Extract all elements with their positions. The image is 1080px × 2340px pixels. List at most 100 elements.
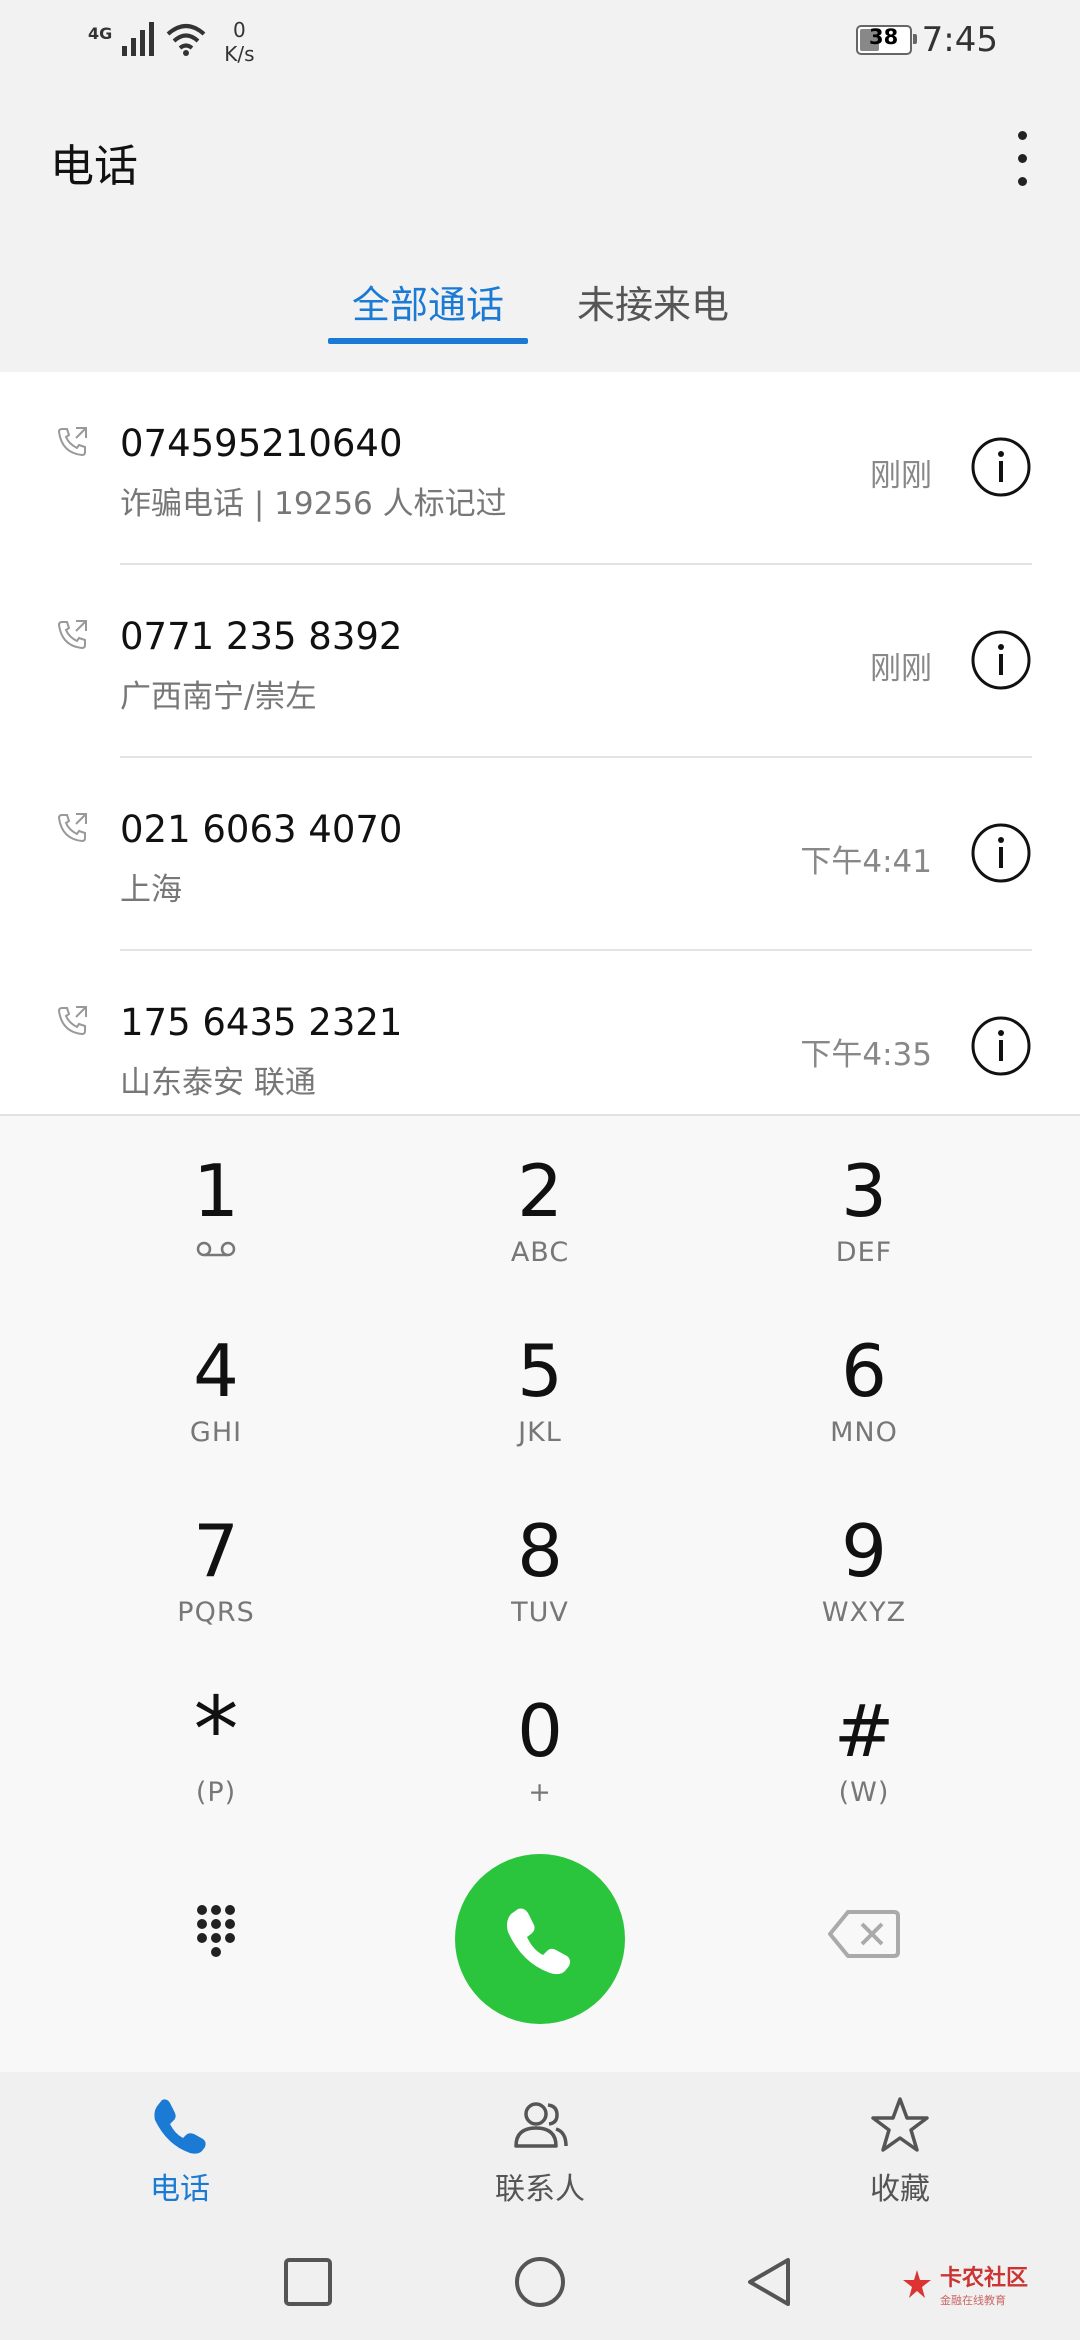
dial-key-9[interactable]: 9 WXYZ (714, 1476, 1014, 1646)
dial-key-hash[interactable]: # (W) (714, 1656, 1014, 1826)
call-time: 刚刚 (870, 458, 932, 494)
key-digit: 6 (841, 1329, 887, 1413)
key-digit: # (833, 1689, 895, 1773)
call-log-list[interactable]: 074595210640 诈骗电话 | 19256 人标记过 刚刚 0771 2… (0, 372, 1080, 1114)
speed-unit: K/s (224, 42, 255, 66)
call-log-row[interactable]: 021 6063 4070 上海 下午4:41 (0, 758, 1080, 951)
info-icon[interactable] (970, 629, 1032, 691)
more-vertical-icon (1017, 153, 1027, 163)
call-time: 下午4:41 (800, 844, 932, 880)
outgoing-call-icon (57, 813, 87, 843)
nav-label: 联系人 (495, 2172, 585, 2207)
info-icon[interactable] (970, 436, 1032, 498)
watermark-text-block: 卡农社区 金融在线教育 (940, 2260, 1028, 2308)
call-number: 074595210640 (120, 422, 403, 465)
call-time: 刚刚 (870, 651, 932, 687)
call-log-row[interactable]: 175 6435 2321 山东泰安 联通 下午4:35 (0, 951, 1080, 1114)
battery-icon: 38 (855, 25, 917, 55)
dial-key-7[interactable]: 7 PQRS (66, 1476, 366, 1646)
key-digit: 9 (841, 1509, 887, 1593)
backspace-icon[interactable] (826, 1906, 902, 1962)
call-log-row[interactable]: 074595210640 诈骗电话 | 19256 人标记过 刚刚 (0, 372, 1080, 565)
voicemail-icon (196, 1241, 236, 1257)
dial-key-0[interactable]: 0 + (390, 1656, 690, 1826)
dial-key-3[interactable]: 3 DEF (714, 1116, 1014, 1286)
more-vertical-icon (1017, 130, 1027, 140)
key-letters: WXYZ (821, 1597, 907, 1628)
dial-key-1[interactable]: 1 (66, 1116, 366, 1286)
key-letters: DEF (835, 1237, 893, 1268)
call-number: 0771 235 8392 (120, 615, 403, 658)
call-log-row[interactable]: 0771 235 8392 广西南宁/崇左 刚刚 (0, 565, 1080, 758)
dial-key-star[interactable]: * (P) (66, 1656, 366, 1826)
call-detail: 诈骗电话 | 19256 人标记过 (120, 486, 507, 522)
signal-icon (122, 18, 155, 56)
dialpad-toggle-icon[interactable] (180, 1898, 252, 1970)
key-digit: 4 (193, 1329, 239, 1413)
key-letters: JKL (518, 1417, 562, 1448)
key-digit: 0 (517, 1689, 563, 1773)
key-digit: 1 (193, 1149, 239, 1233)
phone-icon (507, 1908, 571, 1975)
battery-level: 38 (869, 25, 899, 49)
key-digit: * (193, 1678, 239, 1783)
wifi-icon (166, 24, 206, 56)
battery-tip (912, 34, 917, 44)
outgoing-call-icon (57, 1006, 87, 1036)
call-detail: 广西南宁/崇左 (120, 679, 317, 715)
speed-value: 0 (233, 18, 246, 42)
dial-key-2[interactable]: 2 ABC (390, 1116, 690, 1286)
call-detail: 山东泰安 联通 (120, 1065, 316, 1101)
back-icon[interactable] (742, 2254, 798, 2310)
nav-phone[interactable]: 电话 (80, 2094, 280, 2208)
key-letters: (W) (838, 1777, 890, 1808)
key-letters: PQRS (177, 1597, 255, 1628)
key-digit: 8 (517, 1509, 563, 1593)
key-digit: 5 (517, 1329, 563, 1413)
watermark-logo-icon (903, 2270, 931, 2298)
recent-apps-icon[interactable] (280, 2254, 336, 2310)
call-tabs: 全部通话 未接来电 (0, 262, 1080, 352)
nav-label: 电话 (150, 2172, 210, 2207)
page-title: 电话 (50, 141, 138, 192)
dialpad: 1 2 ABC 3 DEF 4 GHI 5 JKL 6 MNO 7 PQRS 8… (0, 1114, 1080, 2074)
info-icon[interactable] (970, 822, 1032, 884)
tab-all-calls[interactable]: 全部通话 (352, 274, 504, 329)
call-number: 021 6063 4070 (120, 808, 403, 851)
key-digit: 3 (841, 1149, 887, 1233)
status-bar: 4G 0 K/s 38 7:45 (0, 0, 1080, 80)
watermark-text: 卡农社区 (940, 2266, 1029, 2291)
dial-key-4[interactable]: 4 GHI (66, 1296, 366, 1466)
outgoing-call-icon (57, 620, 87, 650)
tab-missed-calls[interactable]: 未接来电 (577, 274, 729, 329)
dial-key-6[interactable]: 6 MNO (714, 1296, 1014, 1466)
nav-contacts[interactable]: 联系人 (440, 2094, 640, 2208)
call-button[interactable] (455, 1854, 625, 2024)
home-icon[interactable] (512, 2254, 568, 2310)
call-number: 175 6435 2321 (120, 1001, 403, 1044)
key-letters: GHI (189, 1417, 243, 1448)
status-right: 38 7:45 (855, 20, 998, 60)
nav-label: 收藏 (870, 2172, 930, 2207)
watermark-subtext: 金融在线教育 (940, 2294, 1006, 2307)
key-letters: + (528, 1777, 552, 1808)
nav-favorites[interactable]: 收藏 (800, 2094, 1000, 2208)
status-left: 4G 0 K/s (88, 18, 255, 66)
star-icon (871, 2097, 929, 2152)
dial-key-8[interactable]: 8 TUV (390, 1476, 690, 1646)
dial-key-5[interactable]: 5 JKL (390, 1296, 690, 1466)
call-time: 下午4:35 (800, 1037, 932, 1073)
info-icon[interactable] (970, 1015, 1032, 1077)
key-digit: 7 (193, 1509, 239, 1593)
key-digit: 2 (517, 1149, 563, 1233)
outgoing-call-icon (57, 427, 87, 457)
phone-icon (154, 2099, 206, 2154)
active-tab-indicator (328, 338, 528, 344)
system-navigation-bar: 卡农社区 金融在线教育 (0, 2222, 1080, 2340)
watermark: 卡农社区 金融在线教育 (900, 2260, 1028, 2308)
more-options-button[interactable] (994, 118, 1050, 198)
bottom-nav: 电话 联系人 收藏 (0, 2072, 1080, 2222)
key-letters: (P) (195, 1777, 237, 1808)
network-type: 4G (88, 24, 113, 43)
contacts-icon (514, 2102, 568, 2148)
